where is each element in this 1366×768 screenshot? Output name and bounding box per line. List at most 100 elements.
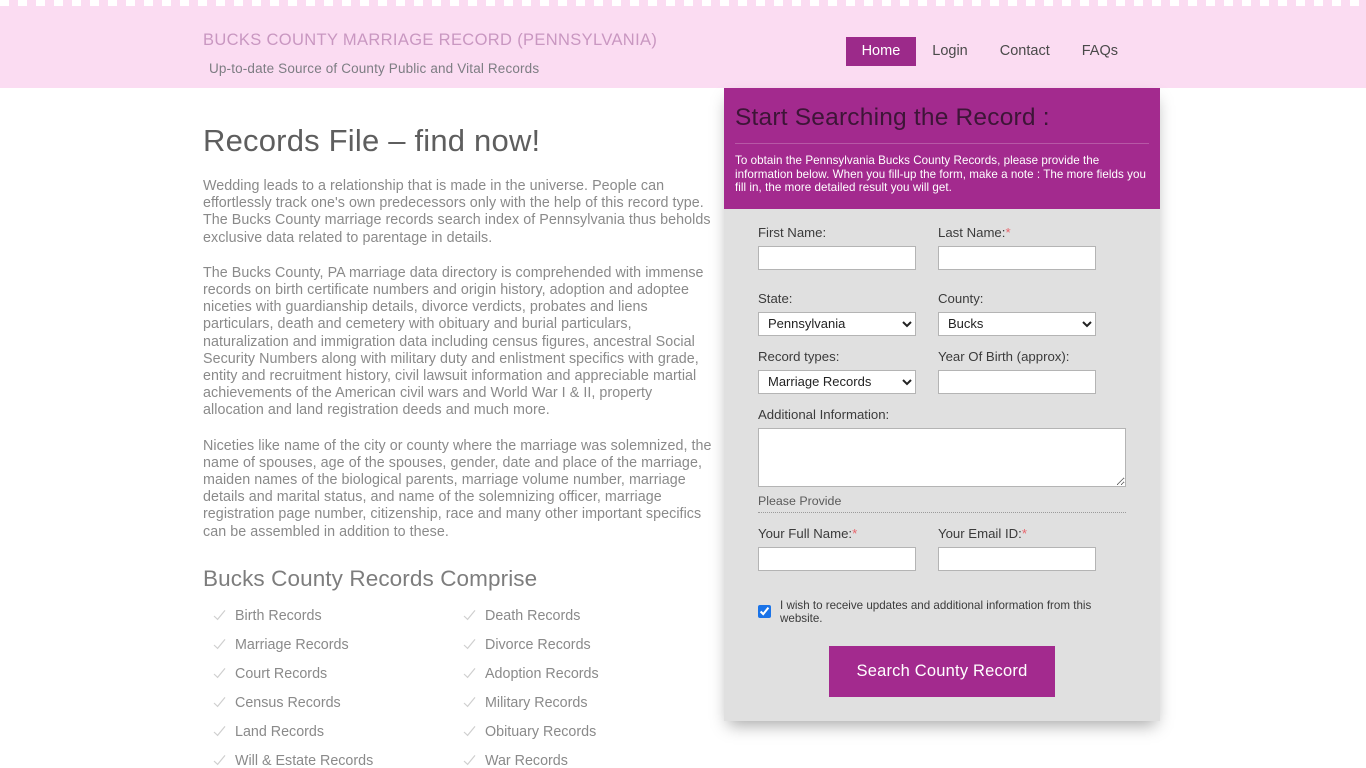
record-list-item-label: Adoption Records	[485, 665, 599, 682]
records-section-title: Bucks County Records Comprise	[203, 565, 538, 591]
search-form-panel: Start Searching the Record : To obtain t…	[724, 88, 1160, 721]
consent-label[interactable]: I wish to receive updates and additional…	[780, 599, 1126, 625]
record-types-select[interactable]: Marriage Records	[758, 369, 916, 394]
county-select[interactable]: Bucks	[938, 311, 1096, 336]
name-row: First Name: Last Name:*	[758, 225, 1126, 270]
consent-row: I wish to receive updates and additional…	[758, 599, 1126, 625]
record-list-item: Census Records	[213, 695, 463, 711]
contact-row: Your Full Name:* Your Email ID:*	[758, 526, 1126, 571]
first-name-label: First Name:	[758, 224, 827, 240]
check-icon	[463, 639, 476, 650]
full-name-input[interactable]	[758, 546, 916, 571]
email-required-marker: *	[1021, 525, 1027, 541]
record-list-item: Adoption Records	[463, 666, 713, 682]
location-row: State: Pennsylvania County: Bucks	[758, 291, 1126, 336]
email-input[interactable]	[938, 546, 1096, 571]
header-inner: BUCKS COUNTY MARRIAGE RECORD (PENNSYLVAN…	[0, 0, 1366, 88]
record-list-item: Obituary Records	[463, 724, 713, 740]
record-list-item-label: Birth Records	[235, 607, 322, 624]
site-brand-subtitle: Up-to-date Source of County Public and V…	[209, 61, 540, 76]
site-brand-title: BUCKS COUNTY MARRIAGE RECORD (PENNSYLVAN…	[203, 31, 658, 49]
full-name-label-text: Your Full Name:	[758, 525, 853, 541]
state-field: State: Pennsylvania	[758, 291, 916, 336]
check-icon	[213, 726, 226, 737]
please-provide-note: Please Provide	[758, 494, 1126, 513]
state-select[interactable]: Pennsylvania	[758, 311, 916, 336]
additional-information-textarea[interactable]	[758, 427, 1126, 487]
check-icon	[213, 668, 226, 679]
email-field: Your Email ID:*	[938, 526, 1096, 571]
record-list-item-label: Marriage Records	[235, 636, 349, 653]
record-list-item: Divorce Records	[463, 637, 713, 653]
intro-paragraph-2: The Bucks County, PA marriage data direc…	[203, 264, 704, 419]
nav-item-faqs[interactable]: FAQs	[1066, 37, 1134, 66]
last-name-label-text: Last Name:	[938, 224, 1006, 240]
main-nav: Home Login Contact FAQs	[845, 37, 1134, 66]
site-header: BUCKS COUNTY MARRIAGE RECORD (PENNSYLVAN…	[0, 0, 1366, 94]
check-icon	[463, 697, 476, 708]
search-form-title: Start Searching the Record :	[735, 104, 1149, 144]
nav-item-contact[interactable]: Contact	[984, 37, 1066, 66]
check-icon	[463, 668, 476, 679]
search-county-record-button[interactable]: Search County Record	[828, 645, 1056, 697]
first-name-input[interactable]	[758, 245, 916, 270]
article-column: Records File – find now! Wedding leads t…	[203, 124, 715, 768]
additional-information-label: Additional Information:	[758, 406, 890, 422]
check-icon	[463, 610, 476, 621]
check-icon	[463, 755, 476, 766]
submit-row: Search County Record	[758, 645, 1126, 697]
intro-paragraph-1: Wedding leads to a relationship that is …	[203, 178, 711, 246]
record-types-field: Record types: Marriage Records	[758, 349, 916, 394]
year-of-birth-label: Year Of Birth (approx):	[938, 348, 1070, 364]
check-icon	[213, 610, 226, 621]
record-list-item: Birth Records	[213, 608, 463, 624]
state-label: State:	[758, 290, 793, 306]
year-of-birth-field: Year Of Birth (approx):	[938, 349, 1096, 394]
last-name-input[interactable]	[938, 245, 1096, 270]
record-list-item-label: Obituary Records	[485, 723, 597, 740]
search-form-description: To obtain the Pennsylvania Bucks County …	[735, 154, 1147, 195]
check-icon	[213, 697, 226, 708]
intro-paragraph-3: Niceties like name of the city or county…	[203, 437, 712, 540]
check-icon	[213, 639, 226, 650]
nav-item-home[interactable]: Home	[845, 37, 917, 66]
record-list-item-label: Court Records	[235, 665, 328, 682]
consent-checkbox[interactable]	[758, 605, 771, 619]
nav-item-login[interactable]: Login	[916, 37, 983, 66]
record-list-item: Land Records	[213, 724, 463, 740]
year-of-birth-input[interactable]	[938, 369, 1096, 394]
county-field: County: Bucks	[938, 291, 1096, 336]
record-list-item: Military Records	[463, 695, 713, 711]
first-name-field: First Name:	[758, 225, 916, 270]
county-label: County:	[938, 290, 984, 306]
additional-information-field: Additional Information:	[758, 407, 1126, 487]
page-title: Records File – find now!	[203, 123, 541, 158]
records-list: Birth Records Death Records Marriage Recor…	[213, 608, 715, 768]
record-list-item-label: Military Records	[485, 694, 588, 711]
full-name-required-marker: *	[852, 525, 858, 541]
record-type-row: Record types: Marriage Records Year Of B…	[758, 349, 1126, 394]
record-list-item-label: Will & Estate Records	[235, 752, 374, 768]
page-body: Records File – find now! Wedding leads t…	[0, 88, 1366, 768]
check-icon	[213, 755, 226, 766]
full-name-label: Your Full Name:*	[758, 526, 916, 541]
search-form-header: Start Searching the Record : To obtain t…	[724, 88, 1160, 209]
search-form-body: First Name: Last Name:* State: Pennsylva…	[724, 209, 1160, 721]
email-label-text: Your Email ID:	[938, 525, 1022, 541]
full-name-field: Your Full Name:*	[758, 526, 916, 571]
last-name-field: Last Name:*	[938, 225, 1096, 270]
record-list-item-label: Census Records	[235, 694, 341, 711]
check-icon	[463, 726, 476, 737]
record-list-item-label: Divorce Records	[485, 636, 591, 653]
record-list-item: Death Records	[463, 608, 713, 624]
record-list-item: Court Records	[213, 666, 463, 682]
record-list-item: War Records	[463, 753, 713, 768]
record-list-item-label: Death Records	[485, 607, 581, 624]
record-list-item-label: Land Records	[235, 723, 325, 740]
record-list-item: Will & Estate Records	[213, 753, 463, 768]
record-list-item-label: War Records	[485, 752, 568, 768]
